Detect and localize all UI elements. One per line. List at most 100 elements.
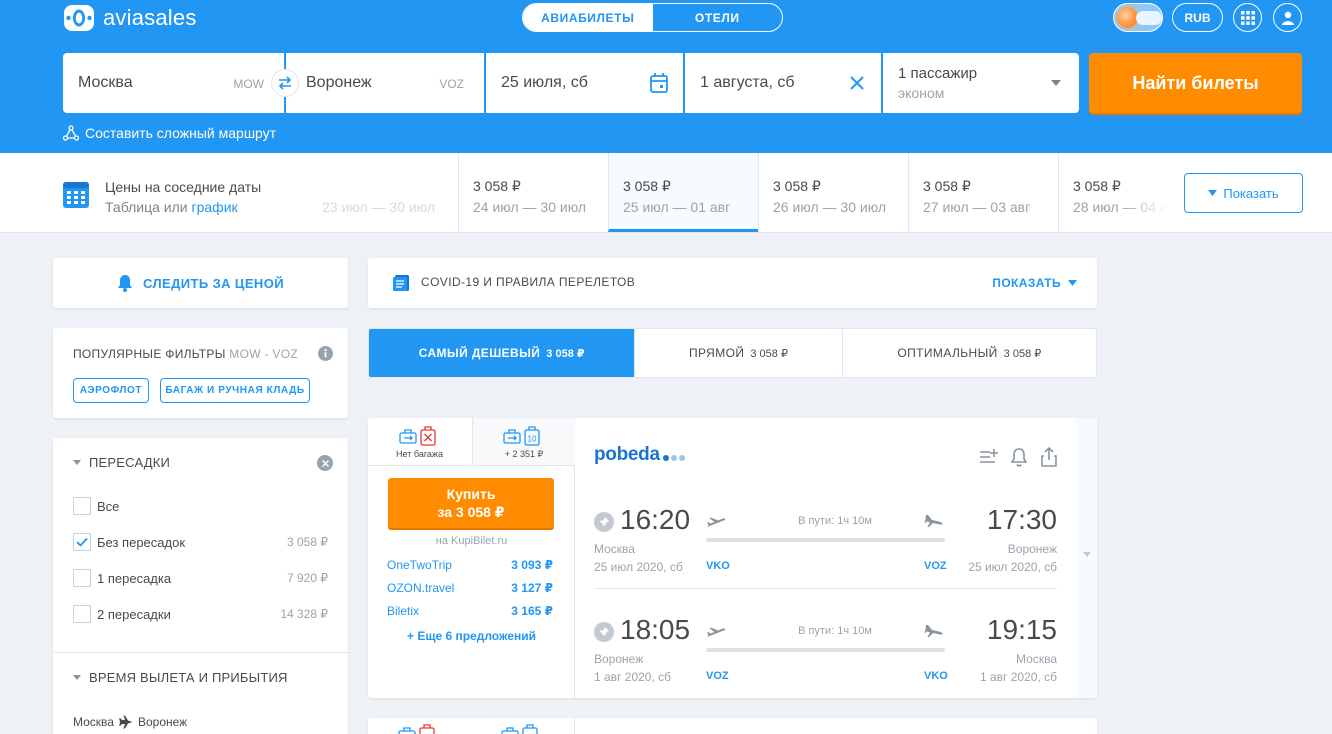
date-option[interactable]: 3 058 ₽ 26 июл — 30 июл — [758, 153, 908, 232]
origin-value: Москва — [78, 74, 133, 91]
landing-icon — [924, 625, 943, 637]
view-chart-link[interactable]: график — [192, 199, 238, 215]
departure-city: Москва — [594, 542, 635, 556]
date-option-range: 23 июл — 30 июл — [322, 199, 436, 215]
logo[interactable]: aviasales — [63, 4, 197, 32]
arrival-airport-code: VOZ — [924, 560, 947, 572]
swap-button[interactable] — [271, 69, 299, 97]
nearby-dates-view-switch: Таблица или график — [105, 199, 238, 215]
clear-date-icon[interactable] — [849, 75, 865, 91]
landing-icon — [924, 515, 943, 527]
date-option-range: 28 июл — 04 авг — [1073, 199, 1168, 215]
checkbox[interactable] — [73, 497, 91, 515]
bell-icon[interactable] — [1008, 446, 1030, 468]
date-option[interactable]: 3 058 ₽ 27 июл — 03 авг — [908, 153, 1058, 232]
caret-down-icon — [1068, 280, 1077, 286]
passengers-value: 1 пассажир — [898, 65, 978, 82]
stops-option-direct[interactable]: Без пересадок 3 058 ₽ — [73, 532, 328, 552]
origin-field[interactable]: Москва MOW — [63, 53, 299, 113]
currency-button[interactable]: RUB — [1172, 3, 1223, 32]
stops-option-price: 14 328 ₽ — [280, 607, 328, 621]
agency-price: 3 127 ₽ — [511, 581, 553, 595]
arrival-city: Воронеж — [1007, 542, 1057, 556]
no-baggage-icon — [398, 426, 436, 446]
destination-code: VOZ — [439, 77, 464, 91]
date-option[interactable]: 3 058 ₽ 28 июл — 04 авг — [1058, 153, 1168, 232]
sort-tabs: САМЫЙ ДЕШЕВЫЙ 3 058 ₽ ПРЯМОЙ 3 058 ₽ ОПТ… — [368, 328, 1097, 378]
depart-date-field[interactable]: 25 июля, сб — [486, 53, 683, 113]
pin-icon[interactable] — [594, 622, 614, 642]
destination-value: Воронеж — [306, 74, 372, 91]
route-to: Воронеж — [137, 715, 188, 729]
departure-airport-code: VKO — [706, 560, 730, 572]
calendar-icon[interactable] — [649, 72, 669, 94]
buy-button-price: за 3 058 ₽ — [437, 504, 505, 520]
arrival-date: 25 июл 2020, сб — [968, 560, 1057, 574]
stops-option-two[interactable]: 2 пересадки 14 328 ₽ — [73, 604, 328, 624]
arrival-airport-code: VKO — [924, 670, 948, 682]
stops-option-label: 2 пересадки — [97, 606, 171, 622]
checkbox-checked[interactable] — [73, 533, 91, 551]
agency-offer[interactable]: OneTwoTrip 3 093 ₽ — [387, 558, 553, 572]
buy-button[interactable]: Купить за 3 058 ₽ — [388, 478, 554, 528]
expand-ticket-icon[interactable] — [1083, 552, 1091, 557]
stops-section-header[interactable]: ПЕРЕСАДКИ — [73, 455, 170, 470]
times-section-title: ВРЕМЯ ВЫЛЕТА И ПРИБЫТИЯ — [89, 670, 288, 685]
apps-button[interactable] — [1233, 3, 1262, 32]
share-icon[interactable] — [1038, 446, 1060, 468]
add-to-list-icon[interactable] — [978, 446, 1000, 468]
baggage-option-none[interactable]: Нет багажа — [368, 418, 471, 466]
route-icon — [63, 125, 79, 141]
filter-chip-baggage[interactable]: БАГАЖ И РУЧНАЯ КЛАДЬ — [160, 378, 310, 403]
agency-offer[interactable]: Biletix 3 165 ₽ — [387, 604, 553, 618]
stops-option-all[interactable]: Все — [73, 496, 328, 516]
ticket-expand-gutter[interactable] — [1077, 418, 1097, 698]
bell-icon — [118, 275, 133, 292]
date-option[interactable]: 23 июл — 30 июл — [308, 153, 458, 232]
baggage-option-10kg[interactable]: 10 + 2 351 ₽ — [472, 418, 575, 466]
return-date-field[interactable]: 1 августа, сб — [685, 53, 881, 113]
find-tickets-button[interactable]: Найти билеты — [1089, 53, 1302, 113]
sort-tab-cheapest[interactable]: САМЫЙ ДЕШЕВЫЙ 3 058 ₽ — [369, 329, 635, 377]
show-nearby-label: Показать — [1223, 185, 1279, 201]
tab-hotels[interactable]: ОТЕЛИ — [653, 4, 783, 31]
covid-banner: COVID-19 И ПРАВИЛА ПЕРЕЛЕТОВ ПОКАЗАТЬ — [368, 258, 1097, 308]
filter-chip-aeroflot[interactable]: АЭРОФЛОТ — [73, 378, 149, 403]
sort-tab-direct[interactable]: ПРЯМОЙ 3 058 ₽ — [634, 329, 841, 377]
date-option[interactable]: 3 058 ₽ 24 июл — 30 июл — [458, 153, 608, 232]
date-option-price: 3 058 ₽ — [773, 178, 821, 194]
flight-duration: В пути: 1ч 10м — [798, 625, 872, 637]
checkbox[interactable] — [73, 569, 91, 587]
stops-section-title: ПЕРЕСАДКИ — [89, 455, 171, 470]
search-form: Москва MOW Воронеж VOZ 25 июля, сб 1 авг… — [63, 53, 1079, 113]
more-offers-link[interactable]: + Еще 6 предложений — [368, 629, 575, 643]
agency-name: OZON.travel — [387, 581, 455, 595]
destination-field[interactable]: Воронеж VOZ — [286, 53, 484, 113]
theme-toggle[interactable] — [1113, 3, 1163, 32]
agency-offer[interactable]: OZON.travel 3 127 ₽ — [387, 581, 553, 595]
times-section-header[interactable]: ВРЕМЯ ВЫЛЕТА И ПРИБЫТИЯ — [73, 670, 288, 685]
show-nearby-button[interactable]: Показать — [1184, 173, 1303, 213]
date-option-selected[interactable]: 3 058 ₽ 25 июл — 01 авг — [608, 153, 758, 232]
collapse-triangle-icon — [73, 460, 81, 465]
departure-airport-code: VOZ — [706, 670, 729, 682]
passengers-field[interactable]: 1 пассажир эконом — [883, 53, 1079, 113]
pin-icon[interactable] — [594, 512, 614, 532]
info-icon[interactable] — [318, 346, 333, 361]
tab-flights[interactable]: АВИАБИЛЕТЫ — [523, 4, 653, 31]
covid-show-button[interactable]: ПОКАЗАТЬ — [992, 276, 1077, 290]
ticket-card-next — [368, 718, 1097, 734]
clear-stops-button[interactable] — [317, 455, 333, 471]
checkbox[interactable] — [73, 605, 91, 623]
profile-button[interactable] — [1273, 3, 1302, 32]
stops-option-label: 1 пересадка — [97, 570, 172, 586]
sort-tab-optimal[interactable]: ОПТИМАЛЬНЫЙ 3 058 ₽ — [841, 329, 1096, 377]
ticket-buy-panel: Нет багажа 10 + 2 351 ₽ Купить за 3 058 … — [368, 418, 575, 698]
follow-price-label: СЛЕДИТЬ ЗА ЦЕНОЙ — [143, 275, 284, 291]
follow-price-button[interactable]: СЛЕДИТЬ ЗА ЦЕНОЙ — [53, 258, 348, 308]
complex-route-link[interactable]: Составить сложный маршрут — [63, 125, 276, 141]
document-icon — [393, 275, 409, 291]
sort-tab-price: 3 058 ₽ — [546, 347, 585, 360]
sort-tab-price: 3 058 ₽ — [750, 347, 788, 360]
stops-option-one[interactable]: 1 пересадка 7 920 ₽ — [73, 568, 328, 588]
